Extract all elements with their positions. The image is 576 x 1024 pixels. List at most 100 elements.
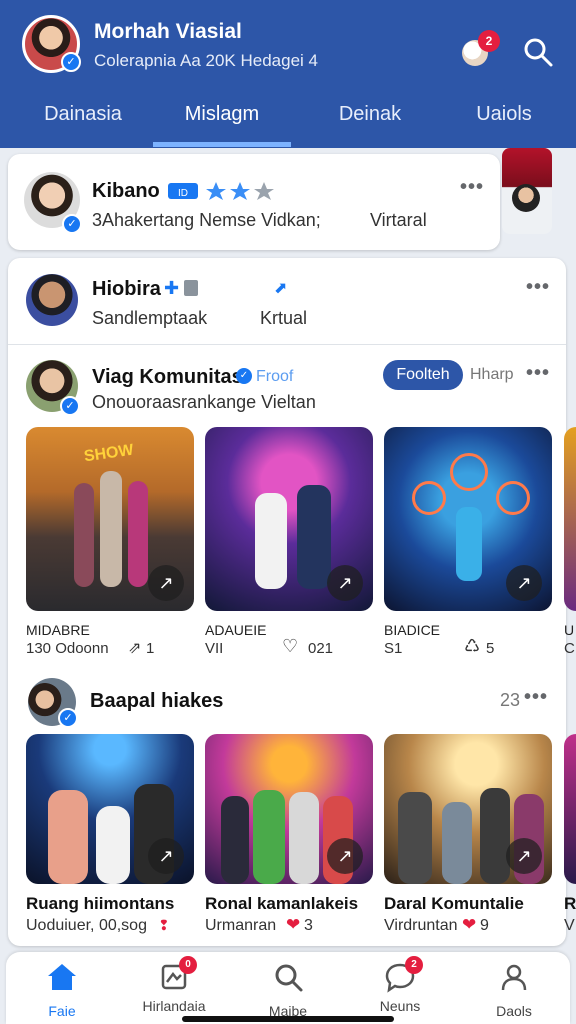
heart-icon[interactable]: ♡ xyxy=(282,636,298,657)
thumbs-up-icon[interactable]: ♺ xyxy=(464,636,480,657)
media-thumbnail-partial[interactable] xyxy=(564,427,576,611)
media-thumbnail[interactable]: ↗ xyxy=(384,734,552,884)
thumbnail-title: MIDABRE xyxy=(26,622,90,638)
media-thumbnail[interactable]: ↗ xyxy=(26,734,194,884)
item-subtitle: Urmanran xyxy=(205,917,277,934)
thumbnail-stat: VII xyxy=(205,640,224,657)
bookmark-icon xyxy=(184,280,198,296)
pin-icon: ❢ xyxy=(158,917,170,933)
follow-button[interactable]: Foolteh xyxy=(383,360,463,390)
profile-subtitle: Colerapnia Aa 20K Hedagei 4 xyxy=(94,51,318,70)
thumbnail-title: BIADICE xyxy=(384,622,441,638)
share-icon[interactable]: ↗ xyxy=(506,565,542,601)
post-subtitle: Sandlemptaak xyxy=(92,308,208,328)
nav-label: Neuns xyxy=(379,998,421,1014)
groups-icon: 0 xyxy=(157,956,197,994)
share-icon[interactable]: ↗ xyxy=(327,565,363,601)
thumbnail-title: ADAUEIE xyxy=(205,622,267,638)
share-icon[interactable]: ↗ xyxy=(506,838,542,874)
media-thumbnail[interactable]: ↗ xyxy=(205,734,373,884)
media-thumbnail-partial[interactable] xyxy=(564,734,576,884)
svg-text:ID: ID xyxy=(178,188,188,199)
home-icon xyxy=(48,964,76,990)
verified-icon: ✓ xyxy=(62,214,82,234)
tab-dainasia[interactable]: Dainasia xyxy=(18,100,148,140)
nav-label: Hirlandaia xyxy=(142,998,206,1014)
more-options-icon[interactable]: ••• xyxy=(526,362,550,385)
nav-badge: 2 xyxy=(405,956,423,974)
more-options-icon[interactable]: ••• xyxy=(524,686,548,709)
verified-icon: ✓ xyxy=(61,52,81,72)
heart-icon: ❤ xyxy=(462,915,477,934)
post-tag: Krtual xyxy=(260,308,308,328)
item-title[interactable]: Ronal kamanlakeis xyxy=(205,894,358,914)
more-options-icon[interactable]: ••• xyxy=(526,276,550,299)
nav-search[interactable]: Maibe xyxy=(238,960,338,1019)
media-thumbnail[interactable]: SHOW ↗ xyxy=(26,427,194,611)
item-subtitle: Virdruntan xyxy=(384,917,458,934)
verified-icon: ✓ xyxy=(236,368,252,384)
post-tag: Virtaral xyxy=(370,210,427,230)
thumbnail-stat: 130 Odoonn xyxy=(26,640,109,657)
like-count: 021 xyxy=(308,640,334,657)
active-tab-indicator xyxy=(153,142,291,147)
chat-icon: 2 xyxy=(383,956,423,994)
avatar[interactable] xyxy=(26,274,78,326)
group-badge: Froof xyxy=(256,368,294,385)
rating-stars-icon: ID xyxy=(168,182,274,200)
section-title: Baapal hiakes xyxy=(90,690,224,712)
share-count: 1 xyxy=(146,640,155,657)
item-subtitle: Uoduiuer, 00,sog xyxy=(26,917,147,934)
nav-people[interactable]: Daols xyxy=(464,960,564,1019)
more-options-icon[interactable]: ••• xyxy=(460,176,484,199)
nav-label: Faie xyxy=(48,1003,76,1019)
nav-groups[interactable]: 0 Hirlandaia xyxy=(124,956,224,1014)
search-icon[interactable] xyxy=(522,36,554,68)
nav-home[interactable]: Faie xyxy=(12,960,112,1019)
profile-avatar[interactable]: ✓ xyxy=(22,15,81,73)
heart-icon: ❤ xyxy=(286,915,301,934)
sparkle-icon: ⬈ xyxy=(274,280,288,297)
sign-graphic: SHOW xyxy=(82,441,135,466)
post-author[interactable]: Hiobira xyxy=(92,278,161,301)
app-header: ✓ Morhah Viasial Colerapnia Aa 20K Hedag… xyxy=(0,0,576,148)
post-card-kibano[interactable]: ✓ Kibano ID 3Ahakertang Nemse Vidkan; Vi… xyxy=(8,154,500,250)
share-count-icon: ⇗ xyxy=(128,640,142,657)
share-button[interactable]: Hharp xyxy=(470,366,514,384)
item-count: 3 xyxy=(304,917,313,934)
media-thumbnail[interactable]: ↗ xyxy=(384,427,552,611)
nav-label: Daols xyxy=(496,1003,532,1019)
thumbnail-stat: S1 xyxy=(384,640,403,657)
notification-badge: 2 xyxy=(478,30,500,52)
verified-icon: ✓ xyxy=(58,708,78,728)
group-name[interactable]: Viag Komunitas xyxy=(92,366,243,389)
tab-uaiols[interactable]: Uaiols xyxy=(446,100,562,140)
post-subtitle: 3Ahakertang Nemse Vidkan; xyxy=(92,210,321,230)
share-icon[interactable]: ↗ xyxy=(327,838,363,874)
tab-mislagm[interactable]: Mislagm xyxy=(153,100,291,140)
side-thumbnail[interactable] xyxy=(502,148,552,234)
thumbnail-stat: C xyxy=(564,640,575,657)
tab-deinak[interactable]: Deinak xyxy=(300,100,440,140)
home-indicator[interactable] xyxy=(182,1016,394,1022)
reaction-count: 5 xyxy=(486,640,495,657)
item-subtitle: V xyxy=(564,917,575,934)
verified-icon: ✓ xyxy=(60,396,80,416)
tab-bar: Dainasia Mislagm Deinak Uaiols xyxy=(0,92,576,148)
profile-name[interactable]: Morhah Viasial xyxy=(94,20,242,44)
nav-badge: 0 xyxy=(179,956,197,974)
media-thumbnail[interactable]: ↗ xyxy=(205,427,373,611)
thumbs-up-icon: ✚ xyxy=(164,278,180,298)
share-icon[interactable]: ↗ xyxy=(148,565,184,601)
people-icon xyxy=(501,964,527,991)
item-count: 9 xyxy=(480,917,489,934)
search-icon xyxy=(275,964,303,992)
item-title[interactable]: Ruang hiimontans xyxy=(26,894,174,914)
item-title[interactable]: Daral Komuntalie xyxy=(384,894,524,914)
nav-messages[interactable]: 2 Neuns xyxy=(350,956,450,1014)
post-author[interactable]: Kibano xyxy=(92,180,160,203)
divider xyxy=(8,344,566,345)
item-title[interactable]: R xyxy=(564,894,576,914)
share-icon[interactable]: ↗ xyxy=(148,838,184,874)
feed-card: Hiobira ✚ ⬈ Sandlemptaak Krtual ••• ✓ Vi… xyxy=(8,258,576,946)
